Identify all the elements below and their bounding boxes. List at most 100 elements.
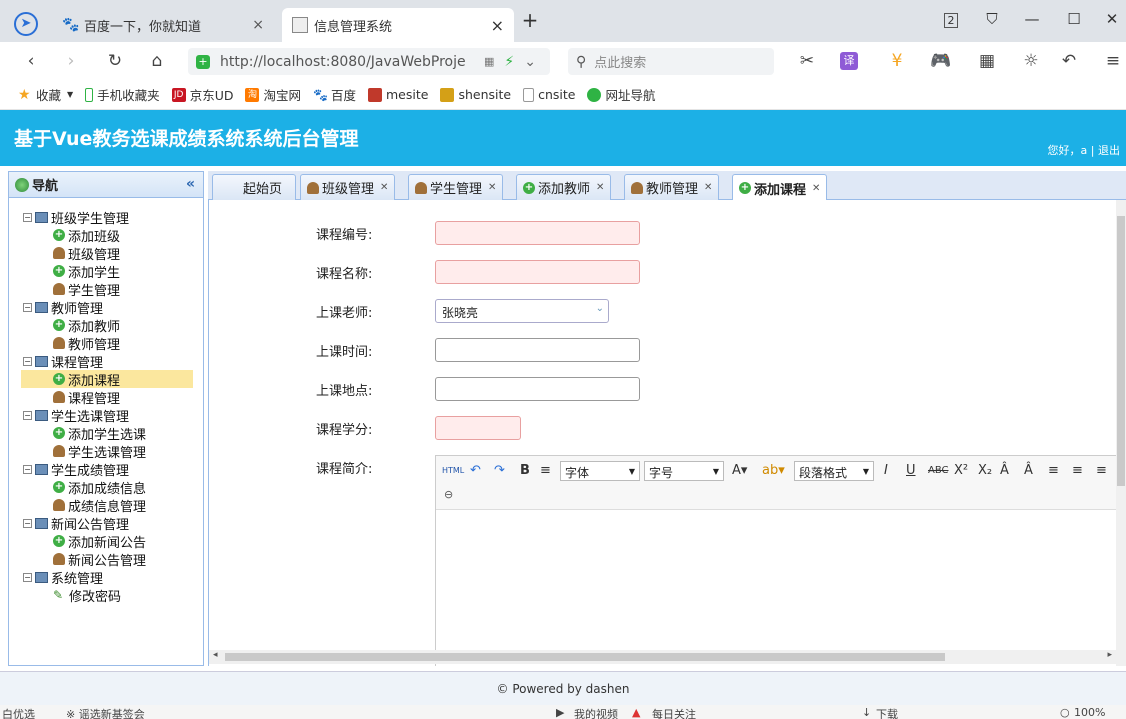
bookmark-jd[interactable]: JD 京东UD — [171, 85, 233, 104]
browser-logo-icon[interactable]: ➤ — [14, 12, 38, 36]
tab-teacher-manage[interactable]: 教师管理 ✕ — [624, 174, 720, 200]
bookmark-mobile[interactable]: 手机收藏夹 — [85, 85, 160, 104]
translate-icon[interactable]: 译 — [840, 52, 858, 70]
tab-start-page[interactable]: 起始页 — [212, 174, 296, 200]
time-input[interactable] — [435, 338, 640, 362]
status-item[interactable]: 下载 — [876, 706, 898, 719]
format-brush-icon[interactable]: ≡ — [540, 463, 551, 478]
minimize-icon[interactable]: — — [1022, 10, 1042, 28]
status-item[interactable]: ※ 谣选新基签会 — [66, 706, 145, 719]
collapse-toggle-icon[interactable]: − — [23, 572, 32, 582]
tab-close-icon[interactable]: ✕ — [488, 182, 496, 193]
nav-item-change-password[interactable]: ✎ 修改密码 — [9, 586, 203, 605]
status-item[interactable]: 每日关注 — [652, 706, 696, 719]
nav-group-selection[interactable]: − 学生选课管理 — [9, 406, 203, 425]
bookmark-shensite[interactable]: shensite — [440, 87, 511, 102]
coupon-icon[interactable]: ¥ — [886, 51, 908, 71]
bookmark-baidu[interactable]: 🐾 百度 — [313, 85, 356, 104]
status-item[interactable]: 我的视频 — [574, 706, 618, 719]
font-color-icon[interactable]: A▾ — [732, 463, 747, 478]
collapse-toggle-icon[interactable]: − — [23, 356, 32, 366]
font-size-select[interactable]: 字号 ▼ — [644, 461, 724, 481]
nav-group-teacher[interactable]: − 教师管理 — [9, 298, 203, 317]
subscript-icon[interactable]: X₂ — [978, 463, 992, 478]
scroll-right-icon[interactable]: ▸ — [1107, 650, 1112, 660]
strikethrough-icon[interactable]: ABC — [928, 465, 949, 476]
chevron-down-icon[interactable]: ⌄ — [524, 54, 536, 70]
nav-item-add-selection[interactable]: + 添加学生选课 — [9, 424, 203, 443]
undo-icon[interactable]: ↶ — [470, 463, 481, 478]
tab-student-manage[interactable]: 学生管理 ✕ — [408, 174, 504, 200]
welcome-logout-link[interactable]: 您好，a | 退出 — [1048, 142, 1120, 158]
course-no-input[interactable] — [435, 221, 640, 245]
link-icon[interactable]: ⊖ — [444, 488, 453, 501]
qr-icon[interactable]: ▦ — [484, 55, 494, 68]
close-icon[interactable]: × — [491, 16, 504, 35]
tab-close-icon[interactable]: ✕ — [380, 182, 388, 193]
font-smaller-icon[interactable]: Â — [1024, 463, 1033, 478]
credit-input[interactable] — [435, 416, 521, 440]
collapse-toggle-icon[interactable]: − — [23, 518, 32, 528]
reload-icon[interactable]: ↻ — [104, 51, 126, 71]
html-source-icon[interactable]: HTML — [442, 466, 464, 475]
redo-icon[interactable]: ↷ — [494, 463, 505, 478]
tab-add-teacher[interactable]: + 添加教师 ✕ — [516, 174, 612, 200]
maximize-icon[interactable]: ☐ — [1064, 10, 1084, 28]
close-icon[interactable]: × — [252, 17, 264, 33]
nav-item-add-teacher[interactable]: + 添加教师 — [9, 316, 203, 335]
collapse-toggle-icon[interactable]: − — [23, 302, 32, 312]
status-item[interactable]: 白优选 — [2, 706, 35, 719]
nav-group-system[interactable]: − 系统管理 — [9, 568, 203, 587]
collapse-toggle-icon[interactable]: − — [23, 212, 32, 222]
italic-icon[interactable]: I — [884, 463, 888, 478]
course-name-input[interactable] — [435, 260, 640, 284]
undo-icon[interactable]: ↶ — [1058, 51, 1080, 71]
tab-close-icon[interactable]: ✕ — [812, 183, 820, 194]
collapse-toggle-icon[interactable]: − — [23, 410, 32, 420]
tab-add-course[interactable]: + 添加课程 ✕ — [732, 174, 828, 201]
horizontal-scrollbar[interactable]: ◂ ▸ — [209, 650, 1116, 664]
scroll-thumb[interactable] — [1117, 216, 1125, 486]
highlight-icon[interactable]: ab▾ — [762, 463, 785, 478]
underline-icon[interactable]: U — [906, 463, 916, 478]
scroll-thumb[interactable] — [225, 653, 945, 661]
nav-item-add-news[interactable]: + 添加新闻公告 — [9, 532, 203, 551]
browser-tab-info[interactable]: 信息管理系统 × — [282, 8, 514, 42]
zoom-level[interactable]: 100% — [1074, 706, 1105, 719]
window-close-icon[interactable]: ✕ — [1102, 10, 1122, 28]
new-tab-icon[interactable]: + — [520, 8, 540, 32]
tab-close-icon[interactable]: ✕ — [596, 182, 604, 193]
browser-tab-baidu[interactable]: 🐾 百度一下，你就知道 × — [52, 8, 274, 42]
scroll-left-icon[interactable]: ◂ — [213, 650, 218, 660]
paragraph-select[interactable]: 段落格式 ▼ — [794, 461, 874, 481]
nav-group-score[interactable]: − 学生成绩管理 — [9, 460, 203, 479]
bold-icon[interactable]: B — [520, 463, 530, 478]
nav-item-add-student[interactable]: + 添加学生 — [9, 262, 203, 281]
tab-class-manage[interactable]: 班级管理 ✕ — [300, 174, 396, 200]
bookmark-favorites[interactable]: ★ 收藏 ▼ — [18, 85, 73, 104]
nav-item-selection-manage[interactable]: 学生选课管理 — [9, 442, 203, 461]
scissors-icon[interactable]: ✂ — [796, 51, 818, 71]
address-bar[interactable]: + http://localhost:8080/JavaWebProje ▦ ⚡… — [188, 48, 550, 75]
nav-item-add-course[interactable]: + 添加课程 — [21, 370, 193, 389]
home-icon[interactable]: ⌂ — [146, 51, 168, 71]
place-input[interactable] — [435, 377, 640, 401]
back-icon[interactable]: ‹ — [20, 51, 42, 71]
nav-item-news-manage[interactable]: 新闻公告管理 — [9, 550, 203, 569]
lightning-icon[interactable]: ⚡ — [504, 54, 514, 70]
teacher-select[interactable]: 张晓亮 ⌄ — [435, 299, 609, 323]
nav-group-news[interactable]: − 新闻公告管理 — [9, 514, 203, 533]
menu-icon[interactable]: ≡ — [1102, 51, 1124, 71]
font-family-select[interactable]: 字体 ▼ — [560, 461, 640, 481]
align-center-icon[interactable]: ≡ — [1072, 463, 1083, 478]
forward-icon[interactable]: › — [60, 51, 82, 71]
collapse-icon[interactable]: « — [186, 176, 195, 192]
align-right-icon[interactable]: ≡ — [1096, 463, 1107, 478]
nav-item-course-manage[interactable]: 课程管理 — [9, 388, 203, 407]
search-input[interactable]: ⚲ 点此搜索 — [568, 48, 774, 75]
nav-group-class-student[interactable]: − 班级学生管理 — [9, 208, 203, 227]
bookmark-cnsite[interactable]: cnsite — [523, 87, 575, 102]
tab-close-icon[interactable]: ✕ — [704, 182, 712, 193]
tab-count-badge[interactable]: 2 — [944, 13, 958, 28]
bookmark-nav[interactable]: 网址导航 — [587, 85, 655, 104]
